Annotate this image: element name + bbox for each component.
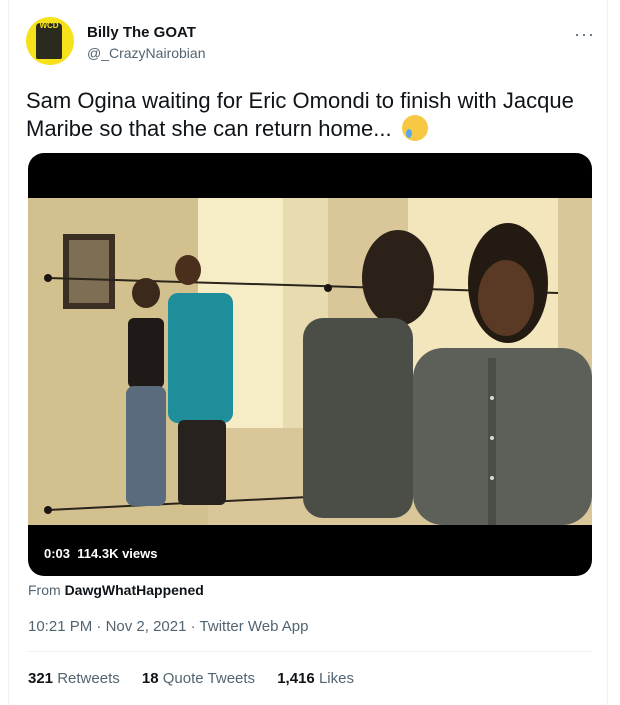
avatar-logo-text: WCD: [39, 21, 59, 30]
video-stats-badge: 0:03 114.3K views: [38, 543, 164, 565]
tweet-card: WCD Billy The GOAT @_CrazyNairobian ··· …: [8, 0, 608, 705]
tweet-text: Sam Ogina waiting for Eric Omondi to fin…: [26, 87, 596, 143]
divider: [28, 651, 592, 652]
tweet-body: Sam Ogina waiting for Eric Omondi to fin…: [26, 88, 574, 141]
video-frame: [28, 198, 592, 525]
quote-tweets-link[interactable]: 18 Quote Tweets: [142, 670, 255, 687]
source-account-link[interactable]: DawgWhatHappened: [65, 582, 204, 598]
tweet-date[interactable]: Nov 2, 2021: [106, 618, 187, 635]
source-prefix: From: [28, 582, 61, 598]
author-handle[interactable]: @_CrazyNairobian: [87, 45, 205, 61]
avatar[interactable]: WCD: [26, 17, 74, 65]
retweets-link[interactable]: 321 Retweets: [28, 670, 120, 687]
video-time: 0:03: [44, 546, 71, 561]
more-options-icon[interactable]: ···: [574, 24, 595, 45]
tweet-client[interactable]: Twitter Web App: [200, 618, 309, 635]
video-source: From DawgWhatHappened: [28, 582, 204, 598]
likes-link[interactable]: 1,416 Likes: [277, 670, 354, 687]
tweet-meta: 10:21 PM · Nov 2, 2021 · Twitter Web App: [28, 618, 309, 635]
crying-face-emoji-icon: [401, 115, 428, 141]
engagement-counts: 321 Retweets 18 Quote Tweets 1,416 Likes: [28, 670, 372, 687]
author-display-name[interactable]: Billy The GOAT: [87, 24, 196, 41]
video-player[interactable]: 0:03 114.3K views: [28, 153, 592, 576]
video-views: 114.3K views: [77, 546, 158, 561]
tweet-time[interactable]: 10:21 PM: [28, 618, 92, 635]
